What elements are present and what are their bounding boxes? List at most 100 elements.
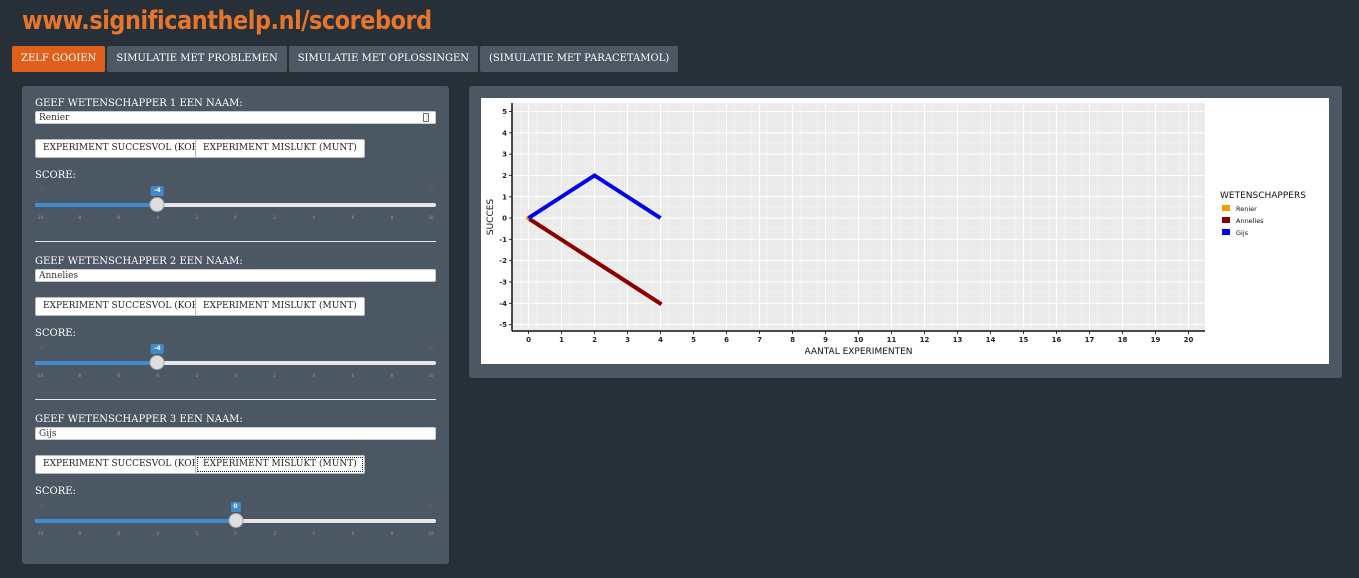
slider-tick-label: 8 [390, 373, 394, 378]
scientist-1-label: GEEF WETENSCHAPPER 1 EEN NAAM: [35, 98, 243, 109]
slider-tick-label: -2 [194, 373, 199, 378]
tab-bar: ZELF GOOIEN SIMULATIE MET PROBLEMEN SIMU… [12, 46, 680, 72]
slider-tick-labels: -10 -8 -6 -4 -2 0 2 4 6 8 10 [35, 215, 436, 223]
slider-min-label: -10 [37, 345, 46, 351]
y-tick-label: 4 [502, 129, 507, 137]
slider-fill [35, 361, 158, 365]
slider-tick-label: -2 [194, 215, 199, 220]
slider-handle[interactable] [228, 513, 243, 528]
slider-tick-label: -10 [36, 373, 44, 378]
slider-tick-labels: -10 -8 -6 -4 -2 0 2 4 6 8 10 [35, 531, 436, 539]
slider-handle[interactable] [149, 197, 165, 212]
x-tick-label: 13 [953, 336, 963, 344]
x-tick-label: 6 [724, 336, 729, 344]
x-tick-label: 2 [592, 336, 597, 344]
slider-tick-label: 10 [428, 373, 434, 378]
slider-tick-label: -8 [77, 373, 82, 378]
slider-min-label: -10 [37, 187, 46, 193]
scientist-2-score-label: SCORE: [35, 328, 76, 339]
legend-label: Annelies [1236, 217, 1264, 225]
x-tick-label: 14 [986, 336, 996, 344]
scientist-3-label: GEEF WETENSCHAPPER 3 EEN NAAM: [35, 414, 243, 425]
tab-zelf-gooien[interactable]: ZELF GOOIEN [12, 46, 106, 72]
slider-max-label: 10 [427, 345, 434, 351]
slider-tick-label: 4 [312, 373, 315, 378]
x-tick-label: 8 [790, 336, 795, 344]
slider-max-label: 10 [427, 503, 434, 509]
y-tick-label: 5 [502, 108, 507, 116]
slider-tick-label: -2 [194, 531, 199, 536]
slider-value-badge: 0 [230, 502, 241, 512]
x-tick-label: 5 [691, 336, 696, 344]
section-divider [35, 241, 436, 242]
legend-key-annelies [1222, 217, 1230, 223]
scientist-1-section: GEEF WETENSCHAPPER 1 EEN NAAM: ⋮ EXPERIM… [35, 97, 436, 220]
score-chart-svg: 0 1 2 3 4 5 6 7 8 9 10 11 12 13 14 15 16 17 18 19 20543210-1… [486, 103, 1306, 357]
y-tick-label: 3 [502, 151, 507, 159]
scientist-3-name-input[interactable] [35, 427, 436, 440]
tab-simulatie-met-problemen[interactable]: SIMULATIE MET PROBLEMEN [107, 46, 287, 72]
scientist-1-fail-button[interactable]: EXPERIMENT MISLUKT (MUNT) [195, 139, 365, 158]
x-tick-label: 12 [920, 336, 930, 344]
slider-min-label: -10 [37, 503, 46, 509]
legend-label: Gijs [1236, 229, 1249, 237]
x-tick-label: 1 [559, 336, 564, 344]
y-tick-label: 1 [502, 193, 507, 201]
scientist-1-success-button[interactable]: EXPERIMENT SUCCESVOL (KOP) [35, 139, 210, 158]
scientist-2-section: GEEF WETENSCHAPPER 2 EEN NAAM: EXPERIMEN… [35, 255, 436, 378]
slider-tick-label: 10 [428, 215, 434, 220]
section-divider [35, 399, 436, 400]
slider-tick-label: 6 [351, 531, 355, 536]
slider-tick-label: -8 [77, 531, 82, 536]
slider-tick-labels: -10 -8 -6 -4 -2 0 2 4 6 8 10 [35, 373, 436, 381]
scientist-2-fail-button[interactable]: EXPERIMENT MISLUKT (MUNT) [195, 297, 365, 316]
x-tick-label: 17 [1085, 336, 1095, 344]
slider-tick-label: -8 [77, 215, 82, 220]
y-tick-label: 0 [502, 215, 507, 223]
slider-tick-label: -4 [155, 215, 160, 220]
plot-panel: 0 1 2 3 4 5 6 7 8 9 10 11 12 13 14 15 16 17 18 19 20 5 4 3 2 1 0 -1… [469, 86, 1342, 378]
y-tick-label: -2 [499, 257, 507, 265]
slider-value-badge: -4 [150, 186, 164, 196]
slider-tick-label: 2 [273, 215, 276, 220]
x-tick-label: 15 [1019, 336, 1029, 344]
slider-tick-label: -6 [116, 373, 121, 378]
scientist-3-score-label: SCORE: [35, 486, 76, 497]
legend-key-renier [1222, 205, 1230, 211]
y-tick-label: -5 [499, 321, 507, 329]
slider-tick-label: 8 [390, 531, 394, 536]
slider-tick-label: 0 [234, 215, 237, 220]
scientist-1-name-input[interactable] [35, 111, 436, 124]
scientist-3-fail-button[interactable]: EXPERIMENT MISLUKT (MUNT) [195, 455, 365, 474]
slider-tick-label: -10 [36, 215, 44, 220]
slider-tick-label: -6 [116, 215, 121, 220]
x-tick-label: 10 [854, 336, 864, 344]
scientist-2-score-slider[interactable]: -10 10 -4 -10 -8 -6 -4 -2 0 2 4 6 8 10 [35, 343, 436, 383]
scientist-3-score-slider[interactable]: -10 10 0 -10 -8 -6 -4 -2 0 2 4 6 8 10 [35, 501, 436, 541]
x-tick-label: 3 [625, 336, 630, 344]
x-tick-label: 7 [757, 336, 762, 344]
slider-tick-label: 4 [312, 215, 315, 220]
scientist-2-success-button[interactable]: EXPERIMENT SUCCESVOL (KOP) [35, 297, 210, 316]
slider-tick-label: 10 [428, 531, 434, 536]
tab-simulatie-met-oplossingen[interactable]: SIMULATIE MET OPLOSSINGEN [288, 46, 479, 72]
tab-simulatie-met-paracetamol[interactable]: (SIMULATIE MET PARACETAMOL) [480, 46, 679, 72]
site-title: www.significanthelp.nl/scorebord [22, 6, 432, 36]
x-tick-label: 18 [1118, 336, 1128, 344]
slider-tick-label: 0 [234, 373, 237, 378]
legend-label: Renier [1236, 205, 1257, 213]
slider-tick-label: 2 [273, 373, 276, 378]
y-tick-label: -1 [499, 236, 507, 244]
scientist-2-name-input[interactable] [35, 269, 436, 282]
slider-tick-label: 6 [351, 373, 355, 378]
scientist-1-score-slider[interactable]: -10 10 -4 -10 -8 -6 -4 -2 0 2 4 6 8 10 [35, 185, 436, 225]
scientist-3-success-button[interactable]: EXPERIMENT SUCCESVOL (KOP) [35, 455, 210, 474]
autofill-icon[interactable]: ⋮ [423, 113, 430, 122]
scientist-1-score-label: SCORE: [35, 170, 76, 181]
x-tick-label: 4 [658, 336, 663, 344]
slider-fill [35, 203, 158, 207]
x-tick-label: 16 [1052, 336, 1062, 344]
slider-value-badge: -4 [150, 344, 164, 354]
slider-handle[interactable] [149, 355, 165, 370]
slider-tick-label: 2 [273, 531, 276, 536]
